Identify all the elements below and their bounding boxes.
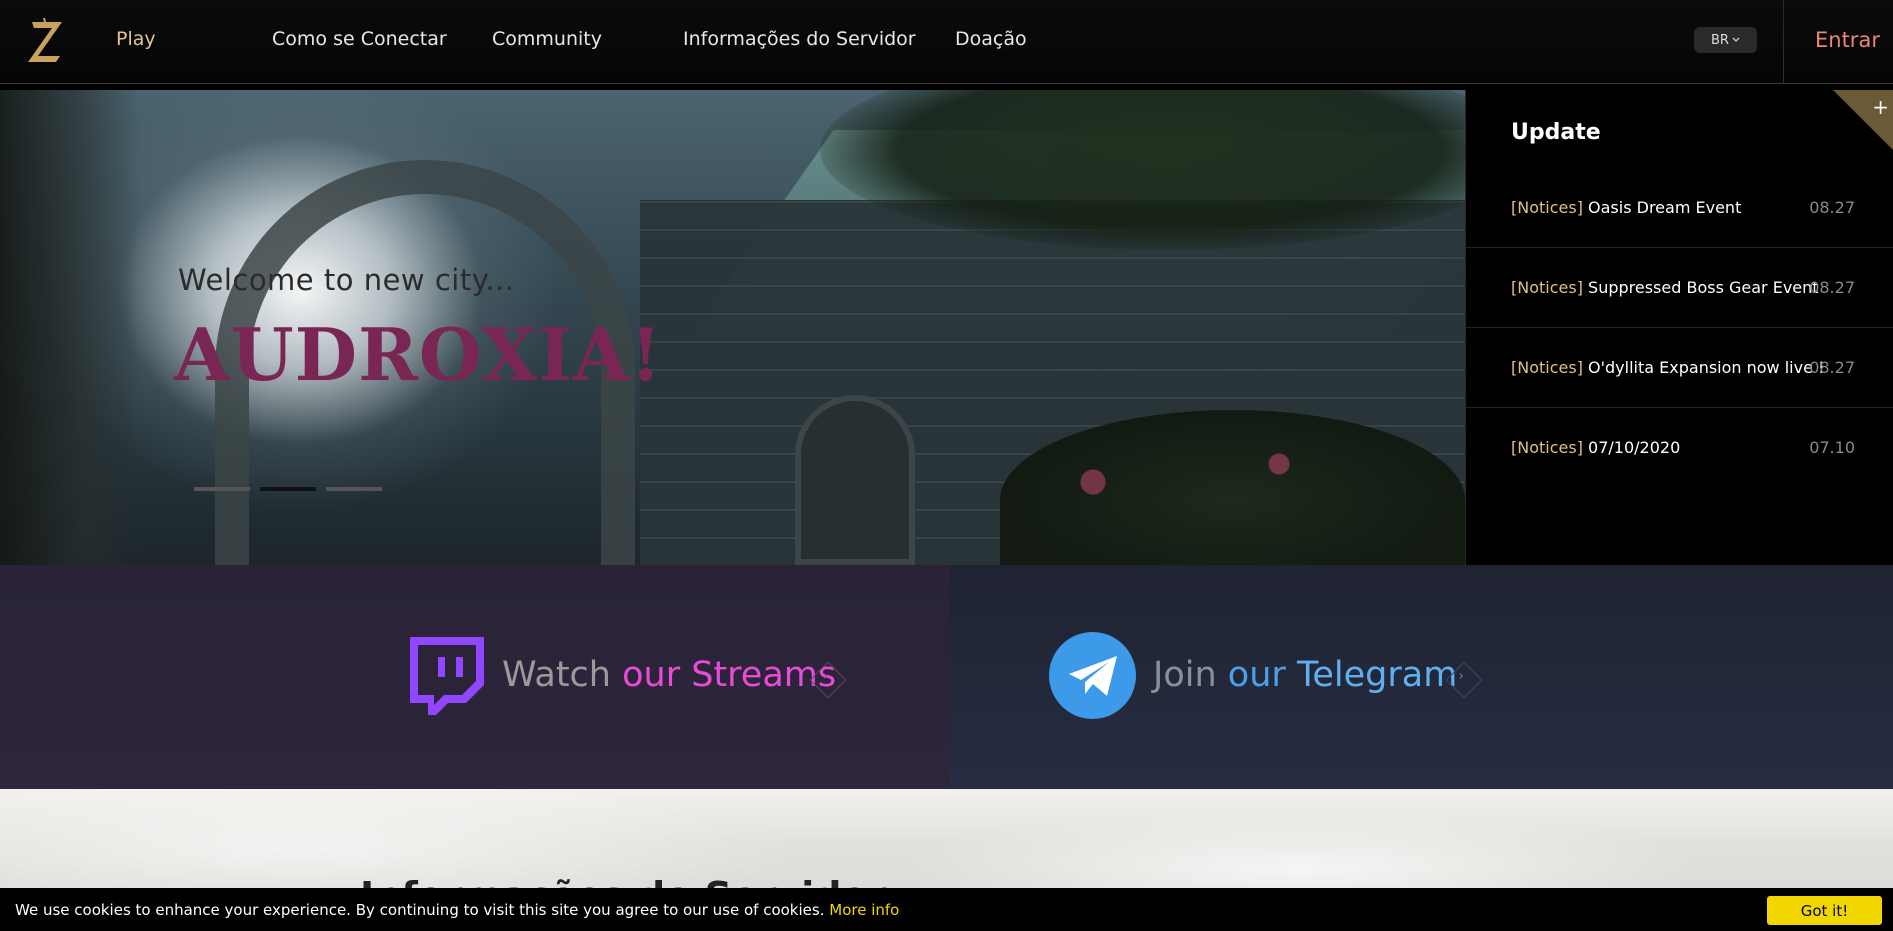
telegram-highlight-our: our xyxy=(1227,655,1286,695)
news-date: 07.10 xyxy=(1809,438,1855,457)
updates-panel: + Update [Notices] Oasis Dream Event 08.… xyxy=(1465,90,1893,565)
telegram-prefix: Join xyxy=(1153,655,1217,695)
streams-prefix: Watch xyxy=(502,655,611,695)
accept-cookies-button[interactable]: Got it! xyxy=(1767,896,1882,925)
news-title: Oasis Dream Event xyxy=(1588,198,1742,217)
news-date: 08.27 xyxy=(1809,198,1855,217)
hero-banner[interactable]: Welcome to new city... AUDROXIA! xyxy=(0,90,1465,565)
header-divider xyxy=(1783,0,1784,84)
language-label: BR xyxy=(1711,32,1729,48)
slide-dot-2[interactable] xyxy=(260,487,316,491)
hero-title: AUDROXIA! xyxy=(174,312,663,397)
nav-server-info[interactable]: Informações do Servidor xyxy=(683,28,916,50)
login-button[interactable]: Entrar xyxy=(1815,28,1880,52)
site-header: Play Como se Conectar Community Informaç… xyxy=(0,0,1893,84)
telegram-highlight-name: Telegram xyxy=(1296,655,1458,695)
news-item[interactable]: [Notices] Oasis Dream Event 08.27 xyxy=(1466,168,1893,248)
hero-tree-decor xyxy=(0,90,140,565)
slide-dot-3[interactable] xyxy=(326,487,382,491)
news-date: 08.27 xyxy=(1809,358,1855,377)
news-tag: [Notices] xyxy=(1511,438,1583,457)
chevron-down-icon xyxy=(1732,37,1740,42)
news-headline: [Notices] O'dyllita Expansion now live ! xyxy=(1511,358,1824,377)
hero-subtitle: Welcome to new city... xyxy=(178,263,515,297)
nav-how-to-connect[interactable]: Como se Conectar xyxy=(272,28,447,50)
paper-plane-icon xyxy=(1068,655,1117,696)
news-title: O'dyllita Expansion now live ! xyxy=(1588,358,1825,377)
news-headline: [Notices] Suppressed Boss Gear Event xyxy=(1511,278,1819,297)
nav-donation[interactable]: Doação xyxy=(955,28,1027,50)
news-tag: [Notices] xyxy=(1511,278,1583,297)
news-tag: [Notices] xyxy=(1511,198,1583,217)
news-headline: [Notices] Oasis Dream Event xyxy=(1511,198,1741,217)
logo-icon[interactable] xyxy=(26,16,66,66)
cookie-text: We use cookies to enhance your experienc… xyxy=(15,901,825,919)
news-item[interactable]: [Notices] O'dyllita Expansion now live !… xyxy=(1466,328,1893,408)
cookie-banner: We use cookies to enhance your experienc… xyxy=(0,888,1893,931)
chevron-right-icon: › xyxy=(1458,669,1464,685)
hero-door-decor xyxy=(795,395,915,565)
news-title: 07/10/2020 xyxy=(1588,438,1681,457)
telegram-link[interactable]: Join our Telegram xyxy=(1153,655,1457,695)
updates-title: Update xyxy=(1511,120,1601,145)
slide-dot-1[interactable] xyxy=(194,487,250,491)
more-info-link[interactable]: More info xyxy=(829,901,899,919)
cookie-message: We use cookies to enhance your experienc… xyxy=(15,901,899,919)
news-item[interactable]: [Notices] Suppressed Boss Gear Event 08.… xyxy=(1466,248,1893,328)
news-date: 08.27 xyxy=(1809,278,1855,297)
news-headline: [Notices] 07/10/2020 xyxy=(1511,438,1680,457)
chevron-right-icon: › xyxy=(822,669,828,685)
telegram-icon[interactable] xyxy=(1049,632,1136,719)
language-selector[interactable]: BR xyxy=(1694,27,1757,53)
news-title: Suppressed Boss Gear Event xyxy=(1588,278,1819,297)
news-tag: [Notices] xyxy=(1511,358,1583,377)
news-item[interactable]: [Notices] 07/10/2020 07.10 xyxy=(1466,408,1893,488)
streams-highlight: our Streams xyxy=(622,655,837,695)
twitch-icon[interactable] xyxy=(404,635,486,719)
nav-play[interactable]: Play xyxy=(116,28,156,50)
streams-link[interactable]: Watch our Streams xyxy=(502,655,836,695)
nav-community[interactable]: Community xyxy=(492,28,602,50)
plus-icon[interactable]: + xyxy=(1872,97,1889,117)
